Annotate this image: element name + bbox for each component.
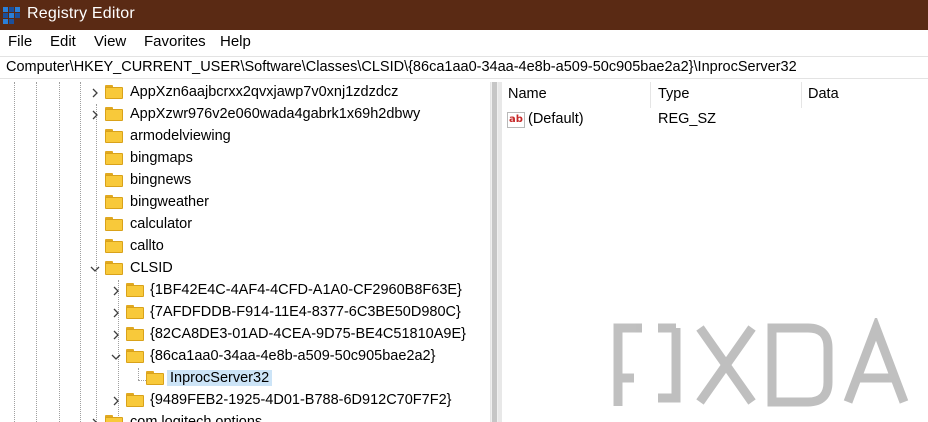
folder-icon	[126, 305, 144, 320]
column-header-name[interactable]: Name	[508, 86, 547, 102]
folder-icon	[105, 151, 123, 166]
folder-icon	[105, 107, 123, 122]
window-title: Registry Editor	[27, 5, 135, 22]
folder-icon	[126, 327, 144, 342]
tree-item-selected[interactable]: InprocServer32	[0, 368, 490, 390]
folder-icon	[105, 173, 123, 188]
tree-item[interactable]: bingmaps	[0, 148, 490, 170]
tree-item-label: {1BF42E4C-4AF4-4CFD-A1A0-CF2960B8F63E}	[150, 282, 462, 298]
column-header-type[interactable]: Type	[658, 86, 689, 102]
tree-item-label: armodelviewing	[130, 128, 231, 144]
tree-item-label: {7AFDFDDB-F914-11E4-8377-6C3BE50D980C}	[150, 304, 461, 320]
tree-item[interactable]: {7AFDFDDB-F914-11E4-8377-6C3BE50D980C}	[0, 302, 490, 324]
tree-item-label: bingmaps	[130, 150, 193, 166]
chevron-right-icon[interactable]	[89, 412, 101, 422]
scrollbar-thumb[interactable]	[492, 82, 497, 422]
tree-item[interactable]: com.logitech.options	[0, 412, 490, 422]
tree-item-label: callto	[130, 238, 164, 254]
key-tree-pane[interactable]: AppXzn6aajbcrxx2qvxjawp7v0xnj1zdzdcz App…	[0, 82, 490, 422]
value-row[interactable]: ab (Default) REG_SZ	[502, 109, 928, 131]
menu-edit[interactable]: Edit	[50, 33, 76, 50]
title-bar: Registry Editor	[0, 0, 928, 30]
chevron-right-icon[interactable]	[110, 324, 122, 346]
chevron-right-icon[interactable]	[89, 104, 101, 126]
tree-item-expanded-key[interactable]: {86ca1aa0-34aa-4e8b-a509-50c905bae2a2}	[0, 346, 490, 368]
folder-icon	[105, 129, 123, 144]
folder-icon	[105, 85, 123, 100]
tree-item[interactable]: armodelviewing	[0, 126, 490, 148]
column-divider[interactable]	[650, 82, 651, 108]
chevron-right-icon[interactable]	[110, 302, 122, 324]
tree-item[interactable]: calculator	[0, 214, 490, 236]
folder-icon	[126, 393, 144, 408]
folder-icon	[105, 415, 123, 422]
menu-help[interactable]: Help	[220, 33, 251, 50]
chevron-right-icon[interactable]	[89, 82, 101, 104]
chevron-down-icon[interactable]	[89, 258, 101, 280]
folder-icon	[105, 217, 123, 232]
chevron-down-icon[interactable]	[110, 346, 122, 368]
menu-file[interactable]: File	[8, 33, 32, 50]
xda-watermark-logo	[613, 318, 909, 407]
tree-item-label: {86ca1aa0-34aa-4e8b-a509-50c905bae2a2}	[150, 348, 436, 364]
menu-bar: File Edit View Favorites Help	[0, 30, 928, 54]
folder-icon	[105, 239, 123, 254]
menu-favorites[interactable]: Favorites	[144, 33, 206, 50]
tree-scrollbar[interactable]	[490, 82, 498, 422]
tree-item[interactable]: callto	[0, 236, 490, 258]
column-divider[interactable]	[801, 82, 802, 108]
tree-item-label: calculator	[130, 216, 193, 232]
chevron-right-icon[interactable]	[110, 390, 122, 412]
folder-icon	[126, 283, 144, 298]
tree-item[interactable]: {82CA8DE3-01AD-4CEA-9D75-BE4C51810A9E}	[0, 324, 490, 346]
folder-icon	[105, 261, 123, 276]
address-bar[interactable]: Computer\HKEY_CURRENT_USER\Software\Clas…	[0, 56, 928, 79]
tree-item-label: bingweather	[130, 194, 209, 210]
tree-item[interactable]: {1BF42E4C-4AF4-4CFD-A1A0-CF2960B8F63E}	[0, 280, 490, 302]
folder-icon	[146, 371, 164, 386]
tree-item-label: bingnews	[130, 172, 192, 188]
folder-icon	[105, 195, 123, 210]
column-header-data[interactable]: Data	[808, 86, 839, 102]
tree-item-label: AppXzwr976v2e060wada4gabrk1x69h2dbwy	[130, 106, 421, 122]
value-name: (Default)	[528, 111, 584, 127]
string-value-icon: ab	[507, 112, 525, 128]
address-path[interactable]: Computer\HKEY_CURRENT_USER\Software\Clas…	[6, 59, 797, 75]
registry-editor-icon	[3, 7, 20, 24]
tree-item-label: CLSID	[130, 260, 173, 276]
tree-item[interactable]: bingweather	[0, 192, 490, 214]
value-type: REG_SZ	[658, 111, 717, 127]
tree-item[interactable]: {9489FEB2-1925-4D01-B788-6D912C70F7F2}	[0, 390, 490, 412]
tree-item-label: {82CA8DE3-01AD-4CEA-9D75-BE4C51810A9E}	[150, 326, 466, 342]
tree-item-label: InprocServer32	[167, 370, 273, 386]
tree-item-label: {9489FEB2-1925-4D01-B788-6D912C70F7F2}	[150, 392, 452, 408]
tree-item-label: AppXzn6aajbcrxx2qvxjawp7v0xnj1zdzdcz	[130, 84, 399, 100]
tree-item-clsid[interactable]: CLSID	[0, 258, 490, 280]
menu-view[interactable]: View	[94, 33, 126, 50]
folder-icon	[126, 349, 144, 364]
chevron-right-icon[interactable]	[110, 280, 122, 302]
tree-item-label: com.logitech.options	[130, 414, 263, 422]
tree-item[interactable]: AppXzn6aajbcrxx2qvxjawp7v0xnj1zdzdcz	[0, 82, 490, 104]
tree-item[interactable]: AppXzwr976v2e060wada4gabrk1x69h2dbwy	[0, 104, 490, 126]
tree-item[interactable]: bingnews	[0, 170, 490, 192]
